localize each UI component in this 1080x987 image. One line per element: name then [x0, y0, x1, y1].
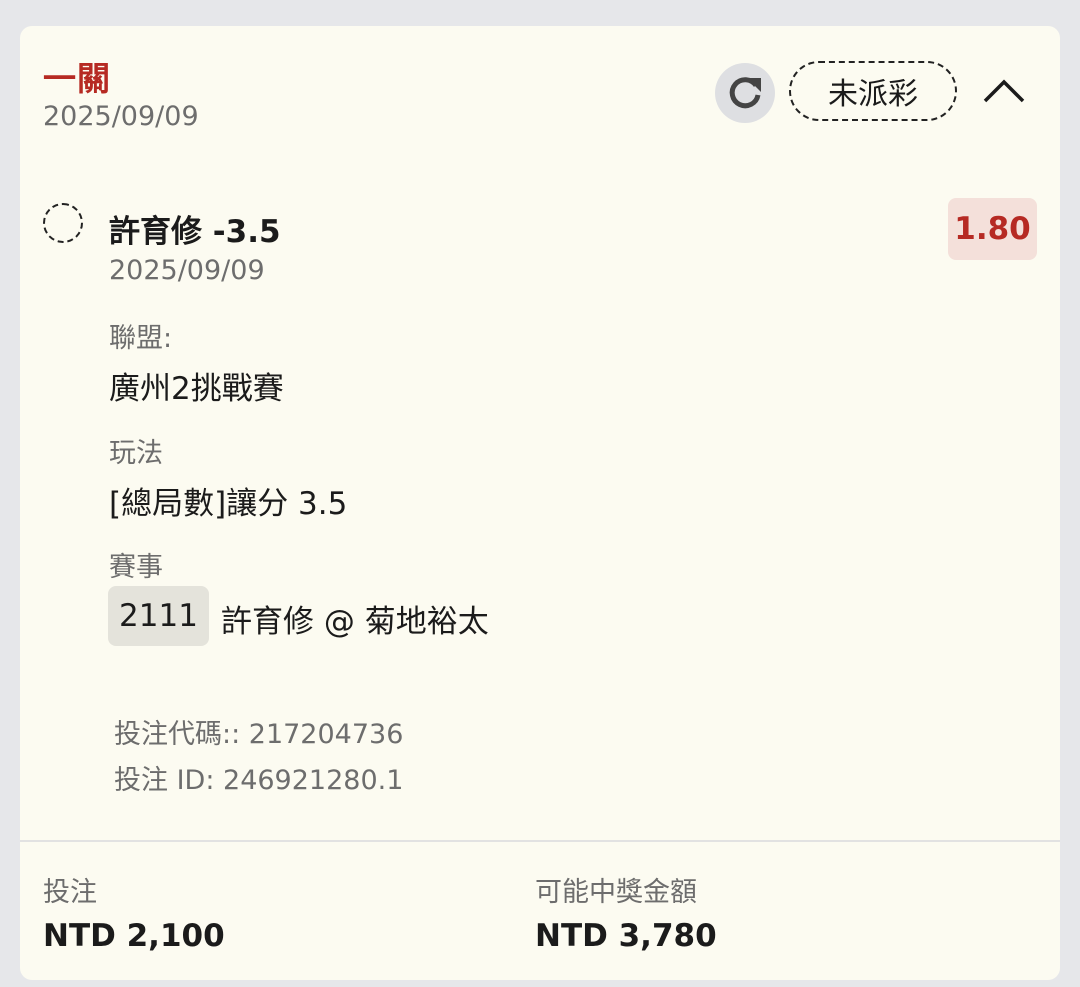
- bet-date: 2025/09/09: [43, 101, 199, 132]
- payout-value: NTD 3,780: [535, 918, 717, 954]
- selection-name: 許育修 -3.5: [109, 214, 281, 250]
- event-code-badge: 2111: [108, 586, 209, 646]
- refresh-icon: [729, 77, 761, 109]
- refresh-button[interactable]: [715, 63, 775, 123]
- bet-code: 投注代碼:: 217204736: [114, 719, 404, 750]
- selection-date: 2025/09/09: [109, 255, 265, 286]
- market-value: [總局數]讓分 3.5: [109, 486, 348, 522]
- collapse-button[interactable]: [978, 68, 1030, 114]
- stake-label: 投注: [43, 877, 97, 908]
- chevron-up-icon: [983, 79, 1025, 103]
- league-value: 廣州2挑戰賽: [109, 371, 284, 407]
- status-badge: 未派彩: [789, 61, 957, 121]
- event-label: 賽事: [109, 552, 163, 583]
- bet-slip-card: 一關 2025/09/09 未派彩 許育修 -3.5 1.80 2025/09/…: [20, 26, 1060, 980]
- market-label: 玩法: [109, 438, 163, 469]
- odds-badge: 1.80: [948, 198, 1037, 260]
- stake-value: NTD 2,100: [43, 918, 225, 954]
- bet-type-title: 一關: [43, 59, 111, 98]
- bet-id: 投注 ID: 246921280.1: [114, 765, 404, 796]
- league-label: 聯盟:: [109, 323, 173, 354]
- event-name: 許育修 @ 菊地裕太: [221, 604, 489, 640]
- footer-divider: [20, 840, 1060, 842]
- payout-label: 可能中獎金額: [535, 877, 697, 908]
- selection-radio[interactable]: [43, 203, 83, 243]
